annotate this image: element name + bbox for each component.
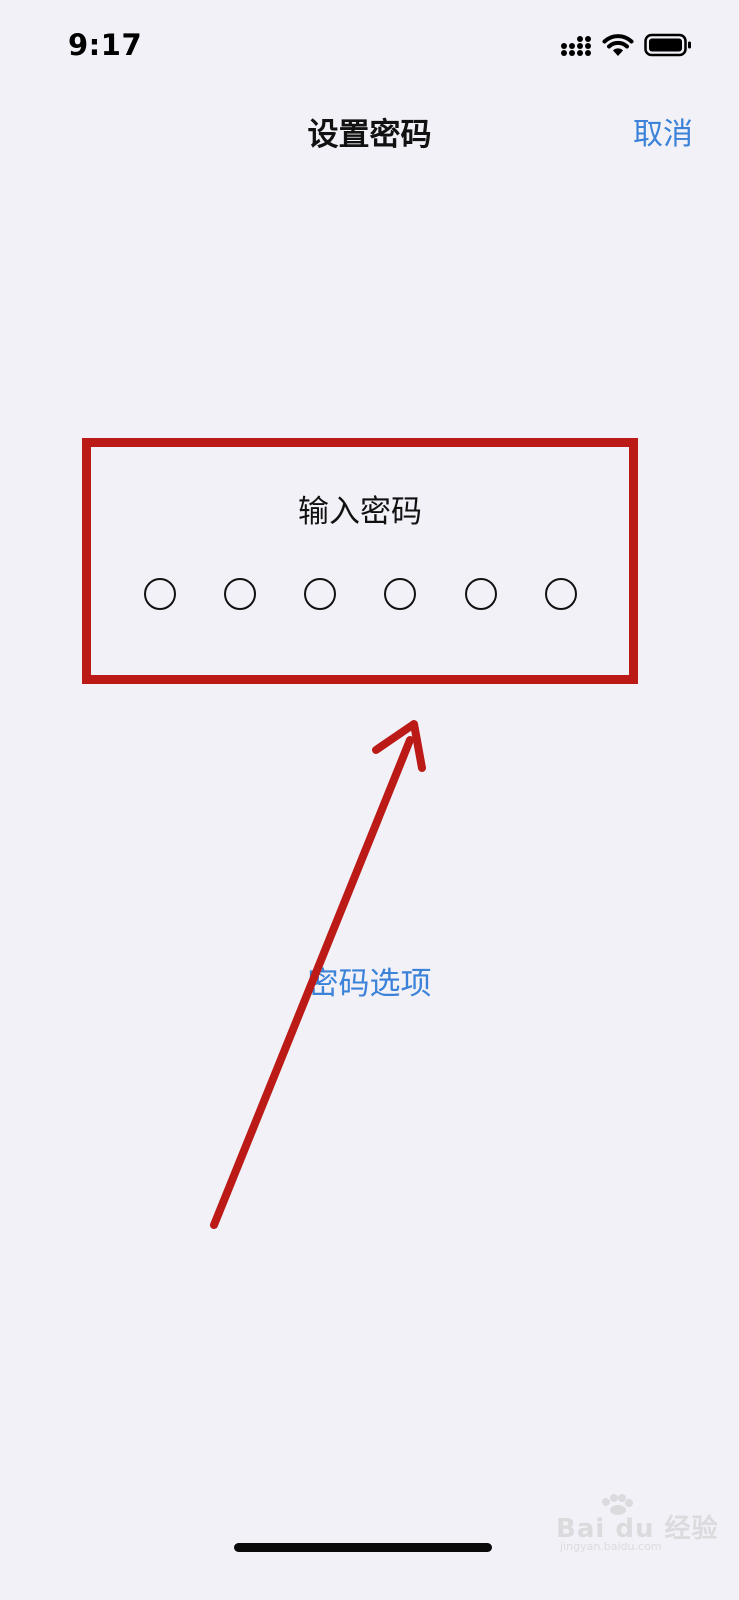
battery-icon (644, 33, 692, 61)
cellular-signal-icon (560, 33, 594, 61)
page-title: 设置密码 (307, 117, 432, 153)
passcode-options-link[interactable]: 密码选项 (0, 958, 739, 1003)
status-time: 9:17 (68, 28, 143, 62)
wifi-icon (602, 32, 634, 62)
status-bar: 9:17 (0, 0, 739, 90)
home-indicator[interactable] (234, 1543, 492, 1552)
navigation-bar: 设置密码 取消 (0, 95, 739, 165)
annotation-arrow (210, 720, 426, 1229)
watermark: Bai du 经验 jingyan.baidu.com (556, 1494, 731, 1553)
watermark-domain: jingyan.baidu.com (560, 1540, 662, 1553)
cancel-button[interactable]: 取消 (633, 109, 693, 153)
annotation-highlight-box (82, 438, 638, 684)
